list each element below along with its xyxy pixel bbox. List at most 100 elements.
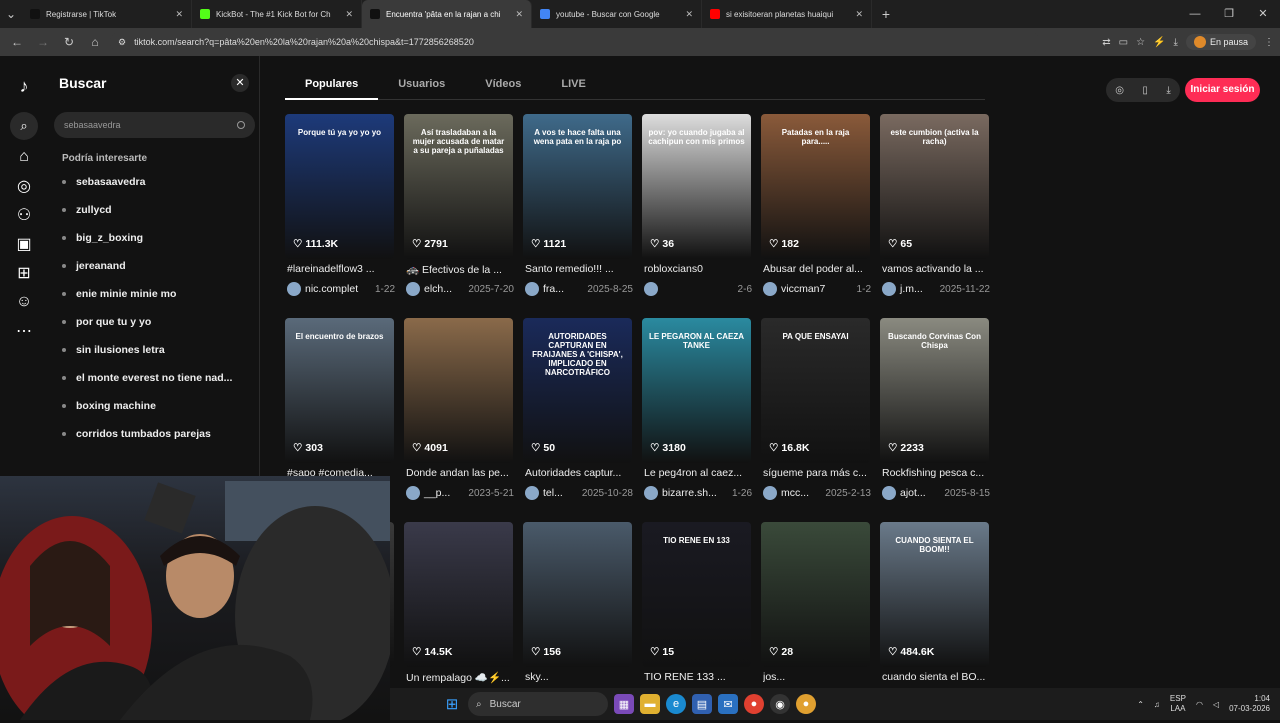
avatar[interactable] (644, 282, 658, 296)
edge-icon[interactable]: e (666, 694, 686, 714)
avatar[interactable] (763, 486, 777, 500)
username[interactable]: j.m... (900, 283, 923, 295)
username[interactable]: tel... (543, 487, 563, 499)
tab-populares[interactable]: Populares (285, 74, 379, 100)
volume-icon[interactable]: ◁ (1213, 700, 1219, 709)
menu-icon[interactable]: ⋮ (1264, 37, 1274, 48)
search-icon[interactable]: ⌕ (10, 112, 38, 140)
username[interactable]: bizarre.sh... (662, 487, 717, 499)
avatar[interactable] (644, 486, 658, 500)
video-thumbnail[interactable]: ♡ 14.5K (404, 522, 513, 667)
tab-close-icon[interactable]: ✕ (515, 9, 523, 20)
video-card[interactable]: A vos te hace falta una wena pata en la … (523, 114, 633, 300)
tab-videos[interactable]: Vídeos (465, 74, 541, 100)
video-thumbnail[interactable]: TIO RENE EN 133 ♡ 15 (642, 522, 751, 667)
video-caption[interactable]: Abusar del poder al... (763, 263, 871, 275)
suggestion-item[interactable]: zullycd (62, 204, 112, 216)
avatar[interactable] (287, 282, 301, 296)
video-thumbnail[interactable]: Patadas en la raja para..... ♡ 182 (761, 114, 870, 259)
video-thumbnail[interactable]: Porque tú ya yo yo yo ♡ 111.3K (285, 114, 394, 259)
username[interactable]: mcc... (781, 487, 809, 499)
close-icon[interactable]: ✕ (231, 74, 249, 92)
avatar[interactable] (406, 282, 420, 296)
chrome-icon[interactable]: ● (744, 694, 764, 714)
coins-icon[interactable]: ◎ (1115, 85, 1124, 96)
video-card[interactable]: Buscando Corvinas Con Chispa ♡ 2233 Rockfis… (880, 318, 990, 504)
suggestion-item[interactable]: sin ilusiones letra (62, 344, 165, 356)
video-card[interactable]: ♡ 14.5K Un rempalago ☁️⚡... (404, 522, 513, 708)
home-icon[interactable]: ⌂ (12, 145, 36, 169)
minimize-button[interactable]: — (1178, 0, 1212, 28)
video-caption[interactable]: jos... (763, 671, 871, 683)
video-card[interactable]: ♡ 4091 Donde andan las pe... __p... 2023-5-2… (404, 318, 514, 504)
video-caption[interactable]: 🚓 Efectivos de la ... (406, 263, 514, 276)
video-card[interactable]: CUANDO SIENTA EL BOOM!! ♡ 484.6K cuando sie… (880, 522, 989, 708)
explore-icon[interactable]: ◎ (12, 174, 36, 198)
video-caption[interactable]: Autoridades captur... (525, 467, 633, 479)
browser-tab[interactable]: si exisitoeran planetas huaiqui ✕ (702, 0, 872, 28)
video-caption[interactable]: vamos activando la ... (882, 263, 990, 275)
windows-start-icon[interactable]: ⊞ (442, 694, 462, 714)
search-input[interactable]: sebasaavedra (54, 112, 255, 138)
avatar[interactable] (882, 486, 896, 500)
video-thumbnail[interactable]: ♡ 156 (523, 522, 632, 667)
suggestion-item[interactable]: el monte everest no tiene nad... (62, 372, 232, 384)
translate-icon[interactable]: ⇄ (1102, 37, 1110, 48)
chrome-active-icon[interactable]: ● (796, 694, 816, 714)
taskbar-search-input[interactable]: ⌕ Buscar (468, 692, 608, 716)
maximize-button[interactable]: ❐ (1212, 0, 1246, 28)
video-caption[interactable]: Un rempalago ☁️⚡... (406, 671, 514, 684)
video-thumbnail[interactable]: ♡ 4091 (404, 318, 513, 463)
video-caption[interactable]: sígueme para más c... (763, 467, 871, 479)
browser-tab[interactable]: youtube - Buscar con Google ✕ (532, 0, 702, 28)
video-thumbnail[interactable]: Buscando Corvinas Con Chispa ♡ 2233 (880, 318, 989, 463)
video-card[interactable]: ♡28jos...2024-11-23 (761, 522, 871, 708)
suggestion-item[interactable]: big_z_boxing (62, 232, 143, 244)
video-thumbnail[interactable]: A vos te hace falta una wena pata en la … (523, 114, 632, 259)
video-thumbnail[interactable]: ♡ 28 (761, 522, 870, 667)
tab-close-icon[interactable]: ✕ (175, 9, 183, 20)
video-thumbnail[interactable]: El encuentro de brazos ♡ 303 (285, 318, 394, 463)
video-thumbnail[interactable]: AUTORIDADES CAPTURAN EN FRAIJANES A 'CHI… (523, 318, 632, 463)
video-caption[interactable]: Santo remedio!!! ... (525, 263, 633, 275)
video-caption[interactable]: Rockfishing pesca c... (882, 467, 990, 479)
back-button[interactable]: ← (6, 31, 28, 53)
device-icon[interactable]: ▯ (1142, 85, 1148, 96)
username[interactable]: elch... (424, 283, 452, 295)
clock[interactable]: 1:04 07-03-2026 (1229, 694, 1270, 714)
more-icon[interactable]: ⋯ (12, 319, 36, 343)
username[interactable]: viccman7 (781, 283, 825, 295)
site-info-icon[interactable]: ⚙ (118, 37, 126, 48)
video-caption[interactable]: #lareinadelflow3 ... (287, 263, 395, 275)
browser-tab[interactable]: KickBot - The #1 Kick Bot for Ch ✕ (192, 0, 362, 28)
file-explorer-icon[interactable]: ▬ (640, 694, 660, 714)
profile-button[interactable]: En pausa (1185, 34, 1256, 50)
suggestion-item[interactable]: jereanand (62, 260, 126, 272)
new-tab-button[interactable]: + (872, 6, 900, 22)
video-thumbnail[interactable]: LE PEGARON AL CAEZA TANKE ♡ 3180 (642, 318, 751, 463)
bookmark-star-icon[interactable]: ☆ (1136, 37, 1145, 48)
video-card[interactable]: LE PEGARON AL CAEZA TANKE ♡ 3180 Le peg4ron… (642, 318, 752, 504)
video-card[interactable]: Así trasladaban a la mujer acusada de ma… (404, 114, 514, 300)
avatar[interactable] (525, 486, 539, 500)
tab-close-icon[interactable]: ✕ (345, 9, 353, 20)
reload-button[interactable]: ↻ (58, 31, 80, 53)
obs-icon[interactable]: ◉ (770, 694, 790, 714)
video-card[interactable]: Porque tú ya yo yo yo ♡ 111.3K #lareinadelf… (285, 114, 395, 300)
tiktok-logo-icon[interactable]: ♪ (12, 74, 36, 98)
wifi-icon[interactable]: ◠ (1196, 700, 1203, 709)
store-icon[interactable]: ▤ (692, 694, 712, 714)
widgets-icon[interactable]: ▦ (614, 694, 634, 714)
browser-tab[interactable]: Registrarse | TikTok ✕ (22, 0, 192, 28)
video-thumbnail[interactable]: Así trasladaban a la mujer acusada de ma… (404, 114, 513, 259)
video-thumbnail[interactable]: PA QUE ENSAYAI ♡ 16.8K (761, 318, 870, 463)
download-icon[interactable]: ⤓ (1174, 37, 1178, 48)
video-thumbnail[interactable]: pov: yo cuando jugaba al cachipun con mi… (642, 114, 751, 259)
video-card[interactable]: TIO RENE EN 133 ♡ 15 TIO RENE 133 ... (642, 522, 751, 708)
avatar[interactable] (882, 282, 896, 296)
username[interactable]: fra... (543, 283, 564, 295)
forward-button[interactable]: → (32, 31, 54, 53)
download-app-icon[interactable]: ⤓ (1166, 85, 1170, 96)
suggestion-item[interactable]: por que tu y yo (62, 316, 151, 328)
video-card[interactable]: AUTORIDADES CAPTURAN EN FRAIJANES A 'CHI… (523, 318, 633, 504)
